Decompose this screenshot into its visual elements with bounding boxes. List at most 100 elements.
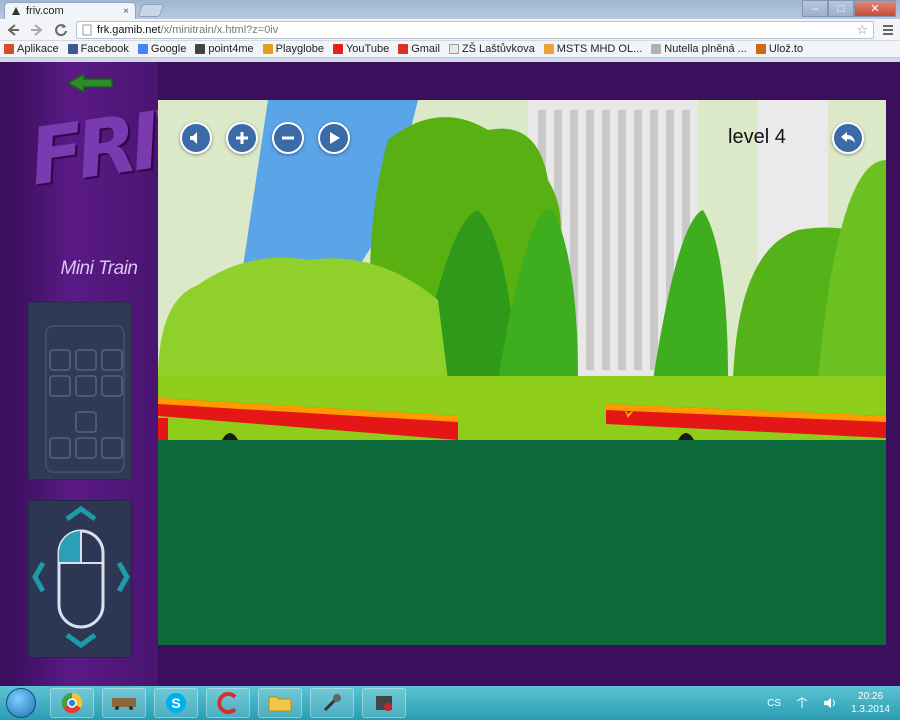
key-left-icon xyxy=(49,437,71,459)
zoom-out-button[interactable] xyxy=(272,122,304,154)
back-button[interactable] xyxy=(4,21,22,39)
browser-chrome: friv.com × – □ ✕ frk.gamib.net/x/minitra… xyxy=(0,0,900,62)
back-arrow-icon xyxy=(7,23,19,36)
skype-icon: S xyxy=(166,693,186,713)
taskbar-skype[interactable]: S xyxy=(154,688,198,718)
clock-time: 20:26 xyxy=(858,691,884,702)
bookmark-star-icon[interactable]: ☆ xyxy=(856,22,868,38)
shield-icon xyxy=(262,44,273,54)
key-icon xyxy=(75,349,97,371)
taskbar-app[interactable] xyxy=(362,688,406,718)
key-icon xyxy=(49,375,71,397)
new-tab-button[interactable] xyxy=(137,4,165,17)
page-icon xyxy=(448,44,459,54)
back-to-friv-arrow-icon[interactable] xyxy=(66,72,116,94)
nutella-icon xyxy=(651,44,662,54)
start-button[interactable] xyxy=(6,688,36,718)
friv-logo[interactable]: FRIV xyxy=(24,89,214,233)
forward-button[interactable] xyxy=(28,21,46,39)
bookmark-item[interactable]: Aplikace xyxy=(4,43,59,55)
speaker-icon xyxy=(190,132,197,144)
bookmark-item[interactable]: Playglobe xyxy=(262,43,324,55)
chrome-menu-icon[interactable] xyxy=(880,24,896,35)
bookmark-item[interactable]: Ulož.to xyxy=(755,43,804,55)
game-canvas[interactable]: level 4 xyxy=(158,100,886,645)
forward-arrow-icon xyxy=(31,23,43,36)
bookmark-label: Nutella plněná ... xyxy=(664,43,747,55)
bookmark-label: MSTS MHD OL... xyxy=(556,43,643,55)
key-down-icon xyxy=(75,437,97,459)
bookmark-label: Playglobe xyxy=(275,43,324,55)
key-icon xyxy=(101,349,123,371)
bookmark-label: Facebook xyxy=(80,43,129,55)
ground xyxy=(158,440,886,645)
key-icon xyxy=(75,375,97,397)
facebook-icon xyxy=(67,44,78,54)
key-icon xyxy=(101,375,123,397)
minimize-button[interactable]: – xyxy=(802,0,828,17)
taskbar-ccleaner[interactable] xyxy=(206,688,250,718)
train-icon xyxy=(112,698,136,710)
keyboard-outline xyxy=(45,325,125,473)
tab-close-icon[interactable]: × xyxy=(123,6,129,17)
bookmark-item[interactable]: Facebook xyxy=(67,43,129,55)
network-icon[interactable] xyxy=(795,697,809,709)
tab-strip: friv.com × – □ ✕ xyxy=(0,0,900,19)
page-content: FRIV Mini Train level 4 xyxy=(0,62,900,686)
play-button[interactable] xyxy=(318,122,350,154)
maximize-button[interactable]: □ xyxy=(828,0,854,17)
mouse-controls-panel xyxy=(28,500,132,658)
tab-friv[interactable]: friv.com × xyxy=(4,2,136,19)
info-icon xyxy=(195,44,206,54)
bookmark-label: ZŠ Laštůvkova xyxy=(461,43,535,55)
page-icon xyxy=(82,24,92,35)
bookmark-label: Google xyxy=(150,43,187,55)
bookmark-item[interactable]: Gmail xyxy=(398,43,440,55)
bookmark-label: Ulož.to xyxy=(768,43,804,55)
bookmark-label: Aplikace xyxy=(17,43,59,55)
microphone-icon xyxy=(323,694,341,712)
key-up-icon xyxy=(75,411,97,433)
zoom-in-button[interactable] xyxy=(226,122,258,154)
game-scene xyxy=(158,100,886,645)
close-window-button[interactable]: ✕ xyxy=(854,0,896,17)
bookmark-item[interactable]: Google xyxy=(137,43,187,55)
clock[interactable]: 20:26 1.3.2014 xyxy=(851,690,890,716)
bookmark-item[interactable]: point4me xyxy=(195,43,254,55)
url-host: frk.gamib.net xyxy=(97,23,161,36)
bookmark-item[interactable]: YouTube xyxy=(332,43,390,55)
window-controls: – □ ✕ xyxy=(802,0,896,17)
clock-date: 1.3.2014 xyxy=(851,704,890,715)
volume-icon[interactable] xyxy=(823,697,837,709)
key-right-icon xyxy=(101,437,123,459)
app-icon xyxy=(376,696,392,711)
bookmark-item[interactable]: Nutella plněná ... xyxy=(651,43,747,55)
undo-arrow-icon xyxy=(841,132,855,143)
minus-icon xyxy=(282,136,294,140)
taskbar-recorder[interactable] xyxy=(310,688,354,718)
key-icon xyxy=(49,349,71,371)
folder-icon xyxy=(268,696,292,712)
friv-favicon-icon xyxy=(11,6,21,16)
google-icon xyxy=(137,44,148,54)
undo-back-button[interactable] xyxy=(832,122,864,154)
bookmark-label: YouTube xyxy=(345,43,390,55)
taskbar-train-app[interactable] xyxy=(102,688,146,718)
language-indicator[interactable]: CS xyxy=(767,698,781,709)
bookmark-item[interactable]: ZŠ Laštůvkova xyxy=(448,43,535,55)
chrome-icon xyxy=(61,692,83,713)
address-bar[interactable]: frk.gamib.net/x/minitrain/x.html?z=0iv ☆ xyxy=(76,20,874,39)
bookmarks-bar: Aplikace Facebook Google point4me Playgl… xyxy=(0,41,900,58)
plus-icon xyxy=(236,132,248,144)
url-path: /x/minitrain/x.html?z=0iv xyxy=(160,23,279,36)
bookmark-item[interactable]: MSTS MHD OL... xyxy=(543,43,643,55)
friv-sidebar: FRIV Mini Train xyxy=(14,62,214,686)
sound-toggle-button[interactable] xyxy=(180,122,212,154)
windows-taskbar: S CS 20:26 1.3.2014 xyxy=(0,686,900,720)
taskbar-explorer[interactable] xyxy=(258,688,302,718)
bookmark-label: point4me xyxy=(208,43,254,55)
reload-button[interactable] xyxy=(52,21,70,39)
gmail-icon xyxy=(398,44,409,54)
taskbar-chrome[interactable] xyxy=(50,688,94,718)
level-indicator: level 4 xyxy=(728,126,786,148)
